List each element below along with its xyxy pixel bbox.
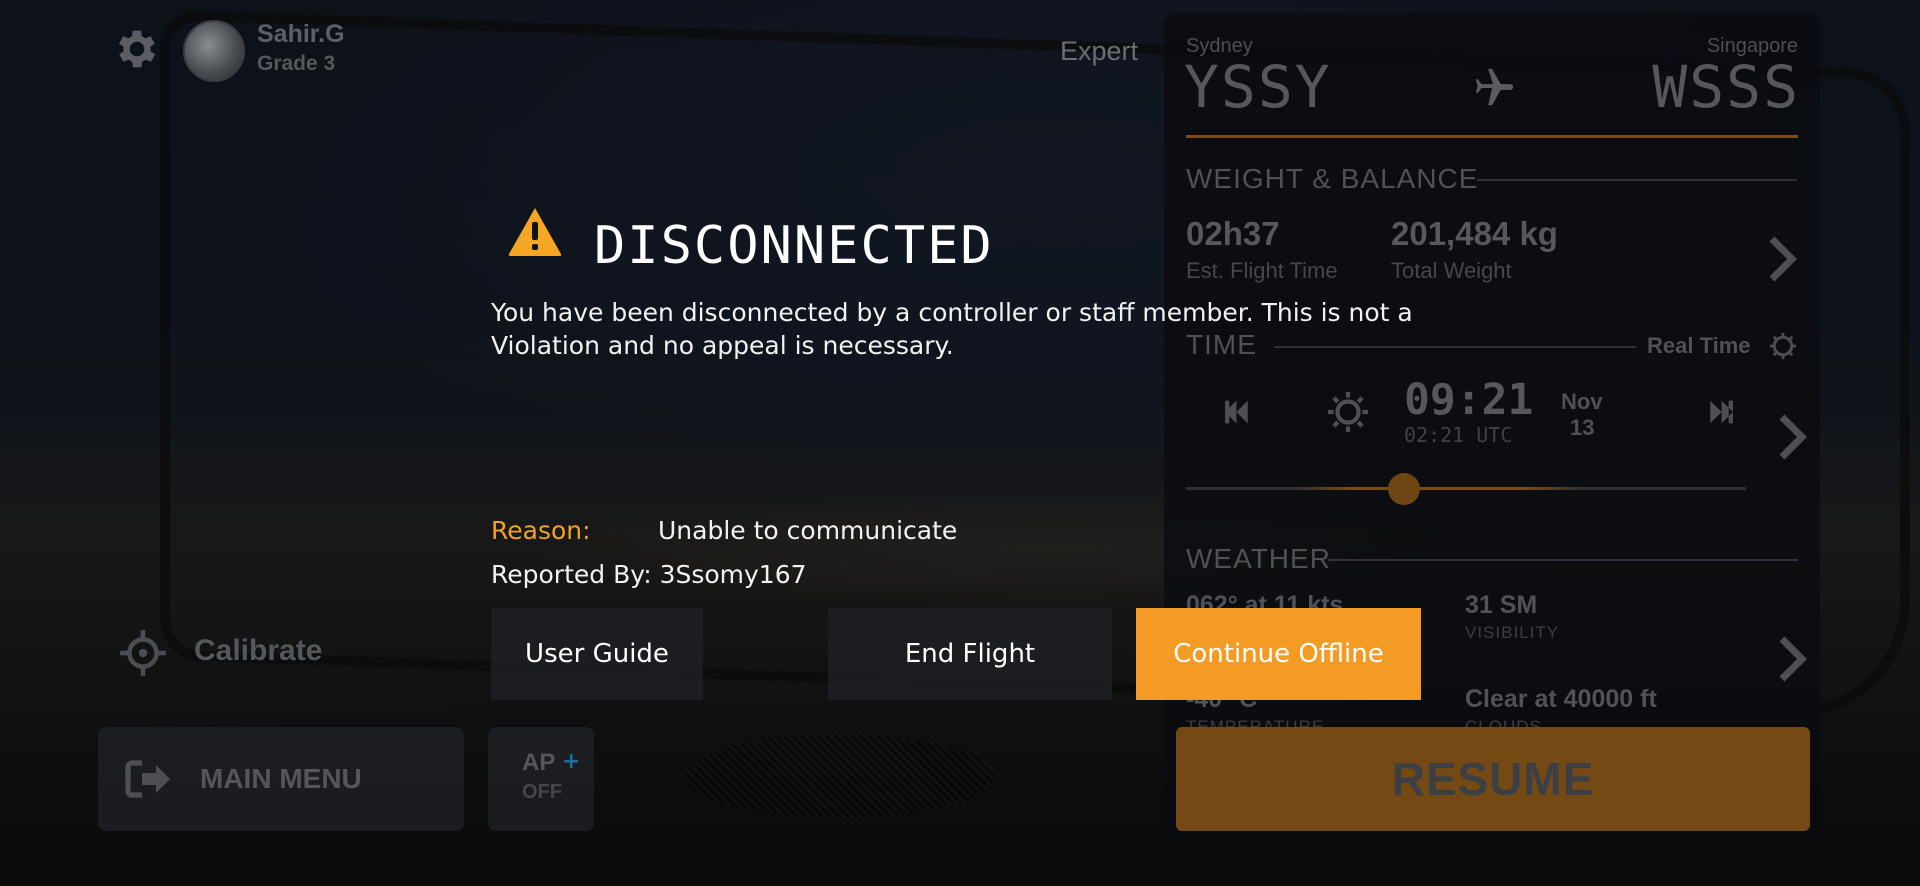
- date-day: 13: [1570, 415, 1595, 440]
- chevron-right-icon[interactable]: [1766, 235, 1798, 283]
- chevron-right-icon[interactable]: [1776, 413, 1808, 461]
- dialog-message: You have been disconnected by a controll…: [491, 298, 1413, 360]
- real-time-toggle[interactable]: Real Time: [1647, 333, 1751, 359]
- skip-back-icon[interactable]: [1218, 395, 1252, 429]
- total-weight: 201,484 kg: [1391, 215, 1558, 252]
- end-flight-button[interactable]: End Flight: [828, 608, 1112, 700]
- time-slider-fill: [1294, 487, 1584, 490]
- destination-icao: WSSS: [1652, 53, 1800, 121]
- time-slider-handle[interactable]: [1388, 473, 1421, 505]
- autopilot-button[interactable]: AP + OFF: [488, 727, 594, 831]
- est-flight-time-label: Est. Flight Time: [1186, 258, 1338, 283]
- resume-label: RESUME: [1391, 753, 1595, 805]
- main-menu-label: MAIN MENU: [200, 763, 362, 794]
- utc-time: 02:21 UTC: [1404, 423, 1513, 447]
- total-weight-label: Total Weight: [1391, 258, 1512, 283]
- main-menu-button[interactable]: MAIN MENU: [98, 727, 464, 831]
- visibility-label: VISIBILITY: [1465, 623, 1560, 642]
- reason-label: Reason:: [491, 516, 591, 545]
- avatar[interactable]: [183, 20, 245, 82]
- local-time: 09:21: [1404, 375, 1534, 425]
- weather-title: WEATHER: [1186, 543, 1331, 574]
- weight-balance-title: WEIGHT & BALANCE: [1186, 163, 1479, 194]
- user-grade: Grade 3: [257, 52, 336, 75]
- resume-button[interactable]: RESUME: [1176, 727, 1810, 831]
- exit-icon: [125, 760, 170, 798]
- clouds-value: Clear at 40000 ft: [1465, 685, 1657, 713]
- est-flight-time: 02h37: [1186, 215, 1280, 252]
- origin-icao: YSSY: [1184, 53, 1332, 121]
- user-name: Sahir.G: [257, 20, 345, 48]
- section-rule: [1328, 559, 1798, 561]
- route-divider: [1186, 135, 1798, 138]
- flight-info-panel: Sydney YSSY Singapore WSSS WEIGHT & BALA…: [1164, 13, 1820, 838]
- visibility-value: 31 SM: [1465, 591, 1538, 619]
- clock-settings-icon[interactable]: [1768, 331, 1798, 361]
- crosshair-icon[interactable]: [118, 628, 168, 678]
- reported-by: Reported By: 3Ssomy167: [491, 560, 807, 589]
- warning-icon: [508, 208, 562, 256]
- sun-icon: [1327, 391, 1369, 433]
- chevron-right-icon[interactable]: [1776, 635, 1808, 683]
- user-guide-button[interactable]: User Guide: [491, 608, 703, 700]
- dialog-title: DISCONNECTED: [594, 216, 994, 276]
- skip-forward-icon[interactable]: [1706, 395, 1740, 429]
- server-mode-label: Expert: [1060, 36, 1139, 66]
- date-month: Nov: [1561, 389, 1603, 414]
- reason-value: Unable to communicate: [658, 516, 958, 545]
- autopilot-state: OFF: [522, 781, 562, 803]
- airplane-icon: [1475, 68, 1514, 106]
- autopilot-label: AP: [522, 749, 556, 776]
- continue-offline-button[interactable]: Continue Offline: [1136, 608, 1421, 700]
- autopilot-plus: +: [562, 749, 581, 774]
- gear-icon[interactable]: [112, 24, 162, 74]
- section-rule: [1477, 179, 1797, 181]
- calibrate-button[interactable]: Calibrate: [194, 634, 322, 668]
